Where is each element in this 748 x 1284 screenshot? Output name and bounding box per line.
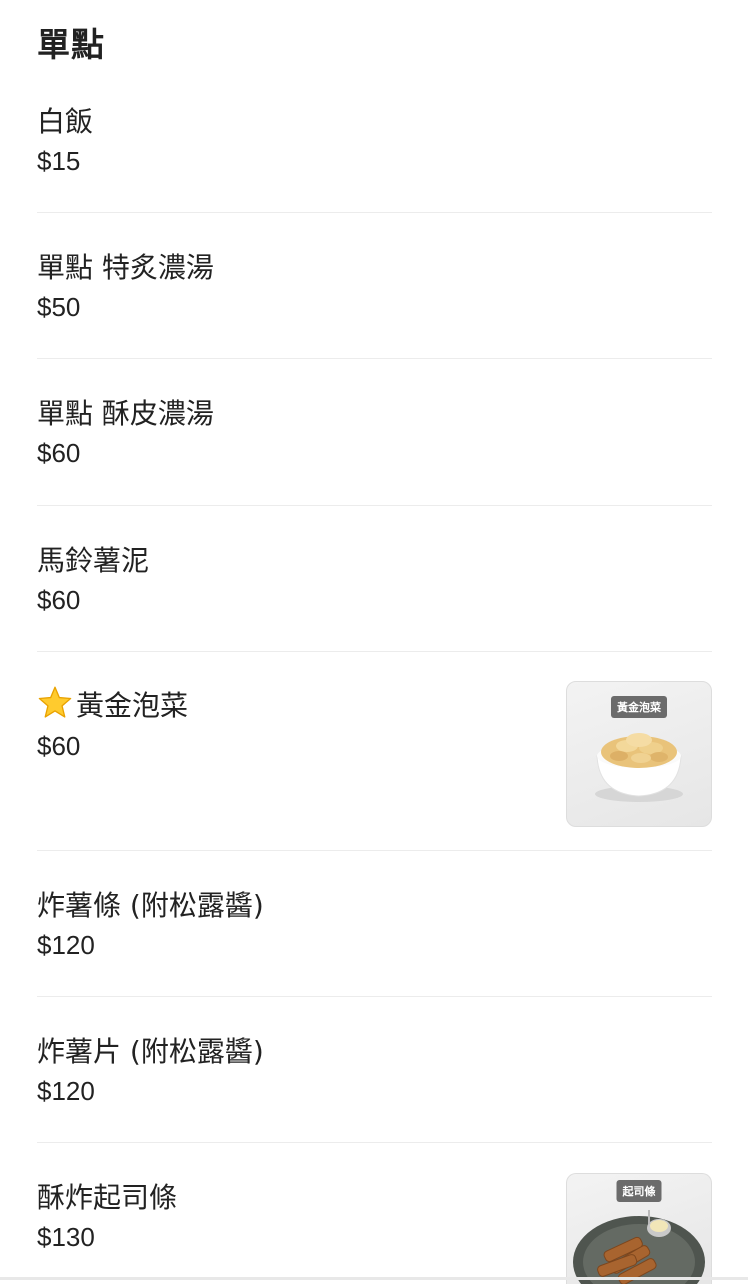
item-price: $60 — [37, 585, 81, 615]
item-name: 馬鈴薯泥 — [37, 544, 150, 577]
menu-page: { "section": { "title": "單點" }, "items":… — [0, 0, 748, 1284]
menu-item[interactable]: 馬鈴薯泥 $60 — [37, 506, 712, 652]
item-price: $60 — [37, 731, 81, 761]
menu-item[interactable]: 炸薯條 (附松露醬) $120 — [37, 851, 712, 997]
item-price: $130 — [37, 1222, 95, 1252]
item-price: $15 — [37, 146, 81, 176]
menu-item[interactable]: 炸薯片 (附松露醬) $120 — [37, 997, 712, 1143]
star-icon — [38, 686, 72, 718]
item-name: 炸薯條 (附松露醬) — [37, 889, 264, 922]
item-name: 酥炸起司條 — [37, 1181, 178, 1214]
item-price: $60 — [37, 438, 81, 468]
item-name: 白飯 — [37, 105, 94, 138]
item-price: $120 — [37, 1076, 95, 1106]
item-image[interactable]: 黃金泡菜 — [566, 681, 712, 827]
kimchi-bowl-image — [595, 733, 683, 802]
item-name: 單點 酥皮濃湯 — [37, 397, 214, 430]
item-name: 單點 特炙濃湯 — [37, 251, 214, 284]
section-title: 單點 — [37, 25, 105, 64]
item-image[interactable]: 起司條 — [566, 1173, 712, 1284]
item-name: 炸薯片 (附松露醬) — [37, 1035, 264, 1068]
menu-item[interactable]: 單點 酥皮濃湯 $60 — [37, 359, 712, 506]
cheese-sticks-image — [573, 1210, 705, 1284]
menu-item[interactable]: 白飯 $15 — [37, 86, 712, 213]
item-name-text: 黃金泡菜 — [76, 689, 189, 722]
item-name: 黃金泡菜 — [37, 684, 188, 724]
item-price: $120 — [37, 930, 95, 960]
item-price: $50 — [37, 292, 81, 322]
menu-item[interactable]: 黃金泡菜 $60 黃金泡菜 — [37, 652, 712, 851]
menu-item[interactable]: 單點 特炙濃湯 $50 — [37, 213, 712, 359]
menu-item[interactable]: 酥炸起司條 $130 起司條 — [37, 1143, 712, 1284]
